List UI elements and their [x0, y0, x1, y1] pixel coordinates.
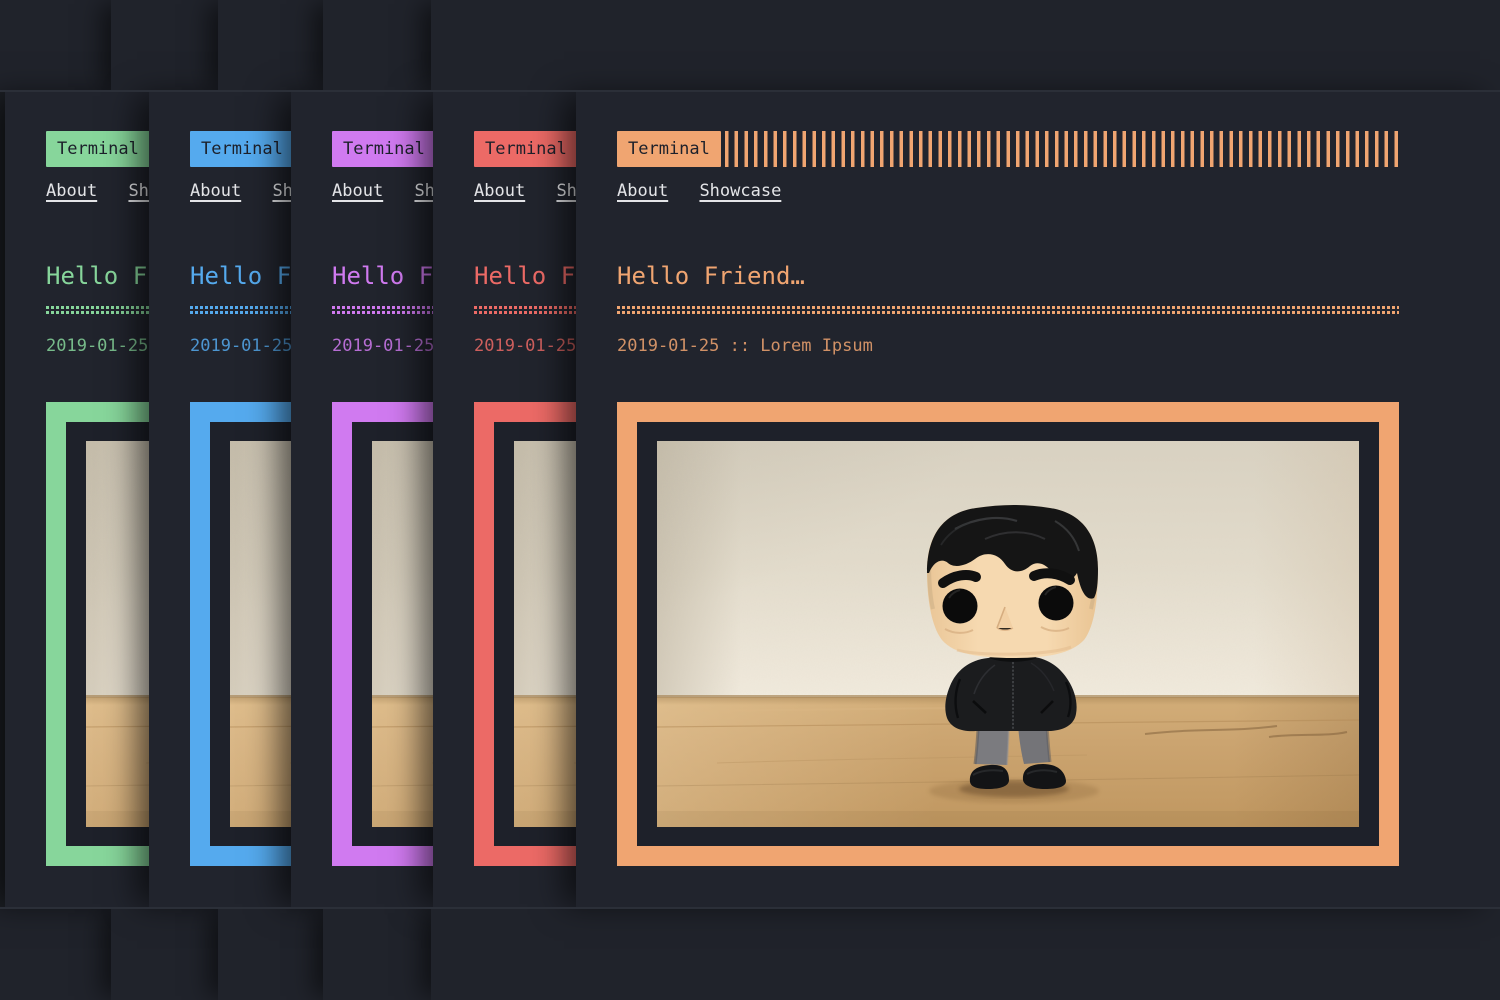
row-seam-bottom — [0, 907, 1500, 909]
site-logo[interactable]: Terminal — [617, 131, 721, 167]
theme-preview-panel-orange: Terminal About Showcase Hello Friend… 20… — [576, 92, 1500, 908]
header-bars-decoration — [725, 131, 1399, 167]
post-date-meta: 2019-01-25 :: Lorem Ipsum — [617, 334, 873, 358]
gallery-strip-segment — [323, 909, 431, 1000]
post-title[interactable]: Hello Friend… — [617, 262, 805, 290]
site-logo[interactable]: Terminal — [46, 131, 150, 167]
gallery-strip-segment — [323, 0, 431, 91]
title-dotted-divider — [617, 306, 1399, 314]
gallery-strip-segment — [0, 909, 111, 1000]
gallery-row-partial-top — [0, 0, 1500, 91]
gallery-strip-segment — [111, 909, 218, 1000]
nav-link-showcase[interactable]: Showcase — [699, 181, 781, 201]
gallery-row-partial-bottom — [0, 909, 1500, 1000]
nav-link-about[interactable]: About — [190, 181, 241, 201]
figurine-photo — [657, 441, 1359, 827]
nav-link-about[interactable]: About — [332, 181, 383, 201]
site-logo[interactable]: Terminal — [474, 131, 578, 167]
gallery-strip-segment — [111, 0, 218, 91]
framed-image — [617, 402, 1399, 866]
gallery-strip-segment — [431, 909, 1500, 1000]
site-logo[interactable]: Terminal — [332, 131, 436, 167]
main-nav: About Showcase — [617, 180, 802, 202]
nav-link-about[interactable]: About — [617, 181, 668, 201]
gallery-strip-segment — [431, 0, 1500, 91]
row-seam-top — [0, 90, 1500, 92]
theme-gallery-collage: Terminal About Showcase Hello Friend… 20… — [0, 0, 1500, 1000]
gallery-strip-segment — [218, 0, 323, 91]
gallery-strip-segment — [0, 0, 111, 91]
nav-link-about[interactable]: About — [46, 181, 97, 201]
site-logo[interactable]: Terminal — [190, 131, 294, 167]
gallery-strip-segment — [218, 909, 323, 1000]
nav-link-about[interactable]: About — [474, 181, 525, 201]
